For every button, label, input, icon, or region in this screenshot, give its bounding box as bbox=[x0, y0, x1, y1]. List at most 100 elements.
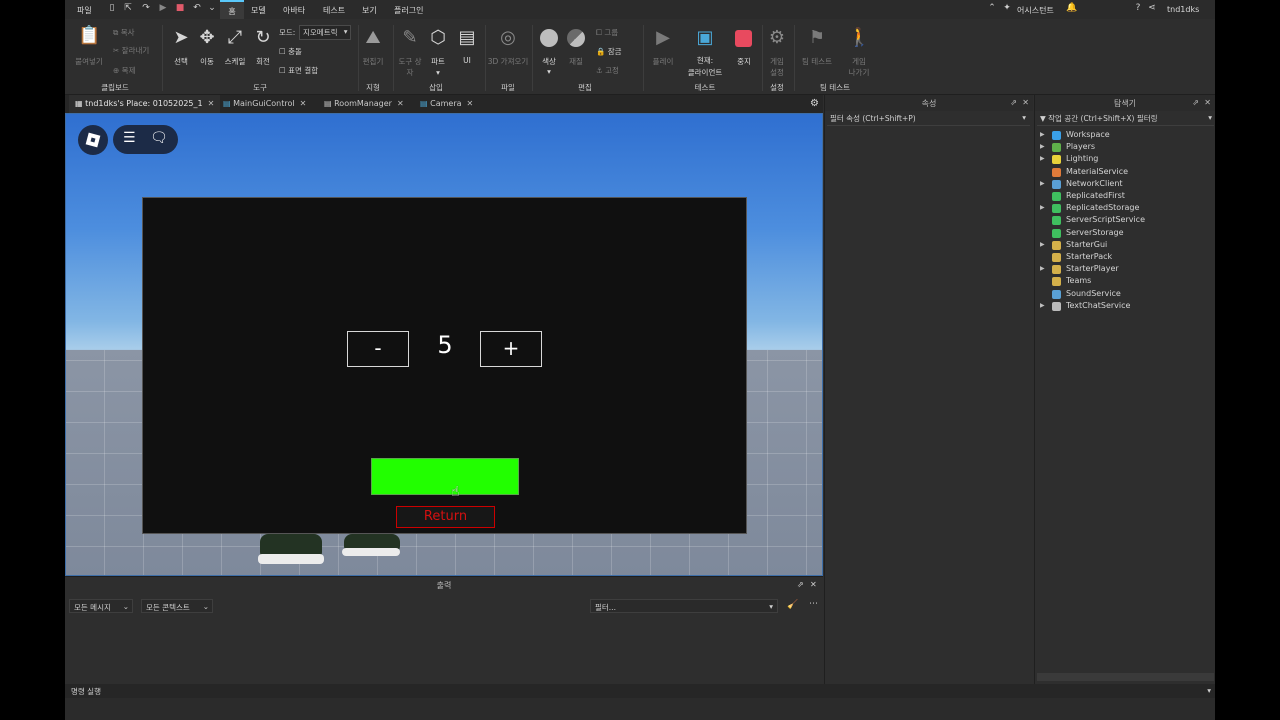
play-icon[interactable]: ▶ bbox=[652, 27, 674, 49]
tab-camera[interactable]: ▤ Camera ✕ bbox=[414, 95, 479, 113]
close-icon[interactable]: ✕ bbox=[1204, 98, 1211, 107]
explorer-item[interactable]: ServerScriptService bbox=[1035, 214, 1215, 226]
properties-filter-input[interactable]: 필터 속성 (Ctrl+Shift+P) ▾ bbox=[827, 113, 1030, 126]
expand-arrow-icon[interactable]: ▶ bbox=[1040, 300, 1045, 312]
close-icon[interactable]: ✕ bbox=[208, 99, 215, 108]
ui-button[interactable]: UI bbox=[456, 56, 478, 65]
hamburger-icon[interactable]: ☰ bbox=[123, 130, 136, 146]
explorer-item[interactable]: ▶ TextChatService bbox=[1035, 300, 1215, 312]
lock-button[interactable]: 🔒 잠금 bbox=[596, 46, 622, 57]
explorer-item[interactable]: Teams bbox=[1035, 275, 1215, 287]
undock-icon[interactable]: ⇗ bbox=[797, 580, 804, 589]
expand-arrow-icon[interactable]: ▶ bbox=[1040, 129, 1045, 141]
open-icon[interactable]: ⇱ bbox=[123, 3, 133, 14]
horizontal-scrollbar[interactable] bbox=[1037, 673, 1214, 681]
chevron-down-icon[interactable]: ▾ bbox=[432, 68, 444, 77]
toolbox-icon[interactable]: ✎ bbox=[399, 27, 421, 49]
explorer-item[interactable]: ▶ StarterGui bbox=[1035, 239, 1215, 251]
menu-home[interactable]: 홈 bbox=[220, 0, 244, 19]
select-icon[interactable]: ➤ bbox=[169, 27, 193, 49]
toolbox-button[interactable]: 도구 상자 bbox=[398, 56, 422, 78]
anchor-button[interactable]: ⚓ 고정 bbox=[596, 65, 619, 76]
terrain-editor-button[interactable]: 편집기 bbox=[357, 56, 389, 67]
client-button[interactable]: 클라이언트 bbox=[679, 67, 731, 78]
select-button[interactable]: 선택 bbox=[169, 56, 193, 67]
team-test-icon[interactable]: ⚑ bbox=[806, 27, 828, 49]
menu-avatar[interactable]: 아바타 bbox=[283, 5, 305, 16]
color-button[interactable]: 색상 bbox=[537, 56, 561, 67]
menu-file[interactable]: 파일 bbox=[77, 5, 92, 16]
collapse-icon[interactable]: ⌃ bbox=[987, 3, 997, 14]
share-icon[interactable]: ⋖ bbox=[1147, 3, 1157, 14]
play-button[interactable]: 플레이 bbox=[648, 56, 678, 67]
output-filter-input[interactable]: 필터... ▾ bbox=[590, 599, 778, 613]
rotate-button[interactable]: 회전 bbox=[251, 56, 275, 67]
explorer-item[interactable]: ServerStorage bbox=[1035, 227, 1215, 239]
explorer-item[interactable]: ReplicatedFirst bbox=[1035, 190, 1215, 202]
undock-icon[interactable]: ⇗ bbox=[1010, 98, 1017, 107]
material-button[interactable]: 재질 bbox=[564, 56, 588, 67]
increment-button[interactable]: + bbox=[480, 331, 542, 367]
user-name[interactable]: tnd1dks bbox=[1167, 5, 1199, 14]
decrement-button[interactable]: - bbox=[347, 331, 409, 367]
explorer-filter-input[interactable]: ▼ 작업 공간 (Ctrl+Shift+X) 필터링 ▾ bbox=[1037, 113, 1214, 126]
undock-icon[interactable]: ⇗ bbox=[1192, 98, 1199, 107]
assistant-icon[interactable]: ✦ bbox=[1002, 3, 1012, 14]
expand-arrow-icon[interactable]: ▶ bbox=[1040, 141, 1045, 153]
scale-button[interactable]: 스케일 bbox=[219, 56, 251, 67]
copy-button[interactable]: ⧉ 복사 bbox=[113, 27, 135, 38]
menu-plugins[interactable]: 플러그인 bbox=[394, 5, 423, 16]
stop-icon[interactable] bbox=[735, 30, 752, 47]
color-icon[interactable] bbox=[540, 29, 558, 47]
tab-roommanager[interactable]: ▤ RoomManager ✕ bbox=[318, 95, 410, 113]
stop-button[interactable]: 중지 bbox=[733, 56, 755, 67]
return-button[interactable]: Return bbox=[396, 506, 495, 528]
explorer-item[interactable]: ▶ NetworkClient bbox=[1035, 178, 1215, 190]
help-icon[interactable]: ? bbox=[1133, 3, 1143, 14]
import3d-button[interactable]: 3D 가져오기 bbox=[485, 56, 531, 67]
paste-icon[interactable]: 📋 bbox=[78, 25, 100, 47]
duplicate-button[interactable]: ⊕ 복제 bbox=[113, 65, 135, 76]
mode-select[interactable]: 지오메트릭 ▾ bbox=[299, 25, 351, 40]
play-icon[interactable]: ▶ bbox=[158, 3, 168, 14]
paste-button[interactable]: 붙여넣기 bbox=[71, 56, 107, 67]
gear-icon[interactable]: ⚙ bbox=[766, 27, 788, 49]
expand-arrow-icon[interactable]: ▶ bbox=[1040, 263, 1045, 275]
terrain-editor-icon[interactable]: ⛰ bbox=[361, 27, 385, 49]
command-bar[interactable]: 명령 실행 ▾ bbox=[65, 684, 1215, 698]
close-icon[interactable]: ✕ bbox=[397, 99, 404, 108]
close-icon[interactable]: ✕ bbox=[1022, 98, 1029, 107]
assistant-button[interactable]: 어시스턴트 bbox=[1017, 5, 1054, 16]
gear-icon[interactable]: ⚙ bbox=[810, 98, 819, 109]
clear-output-icon[interactable]: 🧹 bbox=[787, 600, 798, 610]
explorer-item[interactable]: ▶ ReplicatedStorage bbox=[1035, 202, 1215, 214]
join-surfaces-toggle[interactable]: ☐ 표면 결합 bbox=[279, 65, 318, 76]
expand-arrow-icon[interactable]: ▶ bbox=[1040, 153, 1045, 165]
client-icon[interactable]: ▣ bbox=[694, 27, 716, 49]
part-icon[interactable]: ⬡ bbox=[427, 27, 449, 49]
notification-icon[interactable]: 🔔 bbox=[1066, 3, 1077, 14]
exit-game-button[interactable]: 게임 나가기 bbox=[848, 56, 870, 78]
context-filter-select[interactable]: 모든 콘텍스트 ⌄ bbox=[141, 599, 213, 613]
menu-test[interactable]: 테스트 bbox=[323, 5, 345, 16]
cut-button[interactable]: ✂ 잘라내기 bbox=[113, 45, 149, 56]
expand-arrow-icon[interactable]: ▶ bbox=[1040, 178, 1045, 190]
more-icon[interactable]: ⌄ bbox=[207, 3, 217, 14]
explorer-item[interactable]: ▶ StarterPlayer bbox=[1035, 263, 1215, 275]
scale-icon[interactable]: ⤢ bbox=[223, 27, 247, 49]
chevron-down-icon[interactable]: ▾ bbox=[543, 67, 555, 76]
more-icon[interactable]: ⋯ bbox=[809, 599, 818, 609]
explorer-item[interactable]: ▶ Workspace bbox=[1035, 129, 1215, 141]
roblox-menu-button[interactable] bbox=[78, 125, 108, 155]
ui-icon[interactable]: ▤ bbox=[456, 27, 478, 49]
game-viewport[interactable]: ☰ 🗨 - 5 + Return ☝ bbox=[65, 113, 823, 576]
redo-icon[interactable]: ↷ bbox=[141, 3, 151, 14]
collisions-toggle[interactable]: ☐ 충돌 bbox=[279, 46, 302, 57]
group-button[interactable]: ⧠ 그룹 bbox=[596, 27, 618, 38]
chat-icon[interactable]: 🗨 bbox=[150, 130, 168, 146]
tab-mainguicontrol[interactable]: ▤ MainGuiControl ✕ bbox=[217, 95, 312, 113]
menu-view[interactable]: 보기 bbox=[362, 5, 377, 16]
rotate-icon[interactable]: ↻ bbox=[251, 27, 275, 49]
message-filter-select[interactable]: 모든 메시지 ⌄ bbox=[69, 599, 133, 613]
tab-place[interactable]: ▦ tnd1dks's Place: 01052025_1 ✕ bbox=[69, 95, 221, 113]
